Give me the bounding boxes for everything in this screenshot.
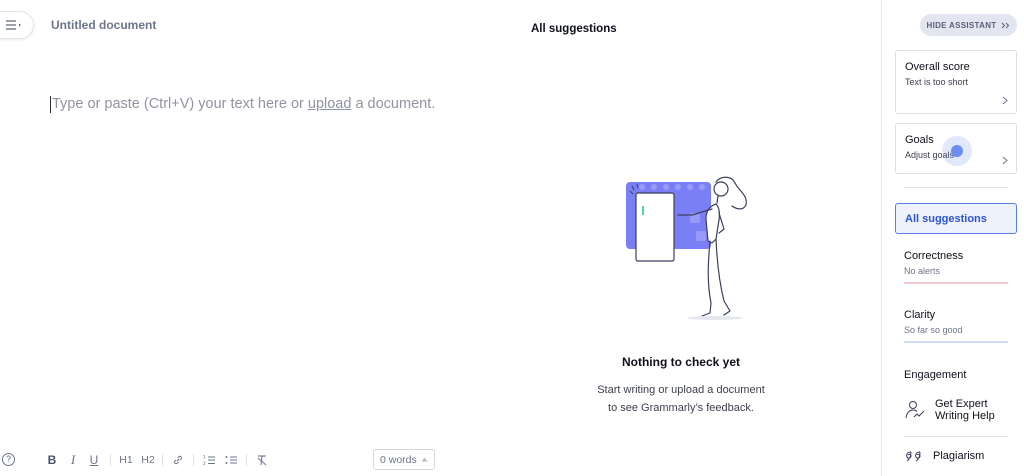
expert-writing-help-label: Get Expert Writing Help: [935, 398, 995, 422]
svg-text:2: 2: [203, 461, 206, 466]
expert-help-line: Writing Help: [935, 410, 995, 422]
bold-button[interactable]: B: [46, 450, 58, 470]
word-count-button[interactable]: 0 words: [373, 449, 435, 470]
category-subtitle: No alerts: [904, 266, 941, 276]
goals-indicator: [942, 136, 972, 166]
help-button[interactable]: ?: [2, 453, 15, 466]
bulleted-list-icon: [225, 456, 237, 464]
expert-writing-help-button[interactable]: Get Expert Writing Help: [904, 398, 1014, 422]
upload-link[interactable]: upload: [308, 96, 352, 112]
numbered-list-button[interactable]: 1 2: [201, 450, 217, 470]
numbered-list-icon: 1 2: [203, 455, 215, 466]
chevron-right-icon: [1002, 156, 1008, 165]
panel-divider: [904, 187, 1008, 188]
heading1-button[interactable]: H1: [118, 450, 134, 470]
panel-divider: [904, 436, 1008, 437]
assistant-panel: HIDE ASSISTANT Overall score Text is too…: [881, 0, 1024, 476]
toolbar-divider: [162, 454, 163, 466]
hide-assistant-button[interactable]: HIDE ASSISTANT: [920, 14, 1017, 36]
overall-score-card[interactable]: Overall score Text is too short: [895, 50, 1017, 114]
quote-marks-icon: [906, 451, 921, 462]
empty-state-title: Nothing to check yet: [621, 355, 740, 369]
correctness-category[interactable]: Correctness No alerts: [904, 250, 1008, 284]
category-progress-bar: [904, 282, 1008, 284]
toolbar-divider: [246, 454, 247, 466]
link-button[interactable]: [170, 450, 186, 470]
empty-state-line: Start writing or upload a document: [597, 384, 765, 396]
overall-score-subtitle: Text is too short: [905, 77, 969, 87]
hamburger-menu-icon: [6, 20, 21, 30]
suggestions-header: All suggestions: [531, 23, 617, 35]
clear-formatting-button[interactable]: [254, 450, 270, 470]
category-progress-bar: [904, 341, 1008, 343]
clarity-category[interactable]: Clarity So far so good: [904, 309, 1008, 343]
double-chevron-right-icon: [1002, 22, 1010, 28]
hide-assistant-label: HIDE ASSISTANT: [926, 20, 997, 30]
engagement-category[interactable]: Engagement: [904, 369, 1008, 381]
heading2-button[interactable]: H2: [140, 450, 156, 470]
clear-formatting-icon: [257, 455, 267, 466]
placeholder-text: Type or paste (Ctrl+V) your text here or: [52, 96, 308, 112]
chevron-right-icon: [1002, 96, 1008, 105]
empty-state-line: to see Grammarly’s feedback.: [608, 402, 754, 414]
category-title: Correctness: [904, 250, 964, 262]
bulleted-list-button[interactable]: [223, 450, 239, 470]
document-title[interactable]: Untitled document: [51, 18, 156, 32]
overall-score-title: Overall score: [905, 61, 970, 73]
link-icon: [174, 455, 182, 465]
italic-button[interactable]: I: [68, 450, 78, 470]
svg-text:1: 1: [203, 455, 206, 461]
category-title: Engagement: [904, 369, 967, 381]
all-suggestions-tab[interactable]: All suggestions: [895, 203, 1017, 234]
category-subtitle: So far so good: [904, 325, 963, 335]
menu-toggle-button[interactable]: [0, 11, 34, 39]
expert-help-line: Get Expert: [935, 398, 988, 410]
placeholder-text-end: a document.: [351, 96, 436, 112]
caret-up-icon: [421, 457, 428, 462]
toolbar-divider: [110, 454, 111, 466]
underline-button[interactable]: U: [88, 450, 100, 470]
toolbar-divider: [193, 454, 194, 466]
word-count-label: 0 words: [380, 453, 417, 466]
plagiarism-button[interactable]: Plagiarism: [904, 449, 1014, 463]
editor-text-area[interactable]: Type or paste (Ctrl+V) your text here or…: [50, 96, 435, 113]
category-title: Clarity: [904, 309, 936, 321]
empty-state-description: Start writing or upload a document to se…: [566, 381, 796, 417]
goals-card[interactable]: Goals Adjust goals: [895, 123, 1017, 174]
expert-writer-icon: [905, 401, 925, 419]
writing-illustration: [626, 176, 747, 320]
plagiarism-label: Plagiarism: [933, 450, 985, 462]
